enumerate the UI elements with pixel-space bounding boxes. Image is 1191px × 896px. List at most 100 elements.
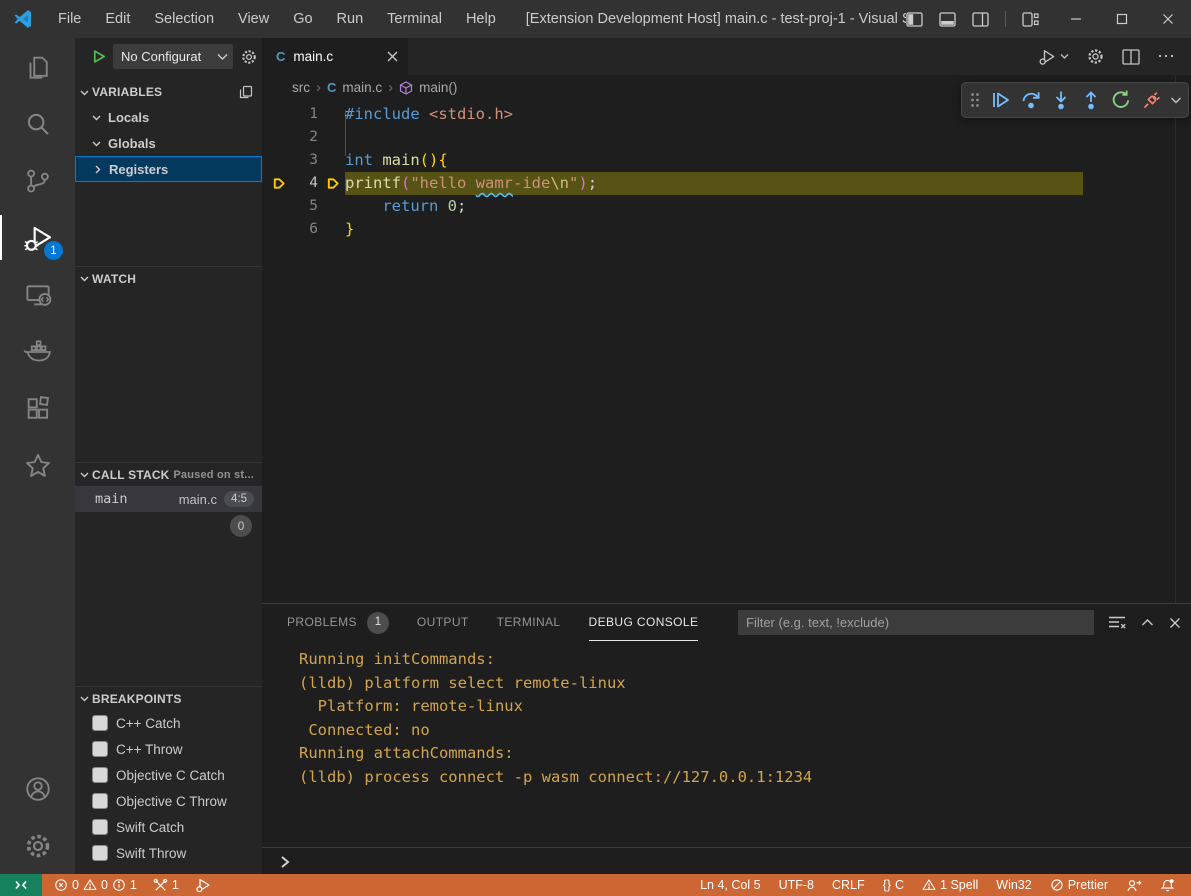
clear-console-icon[interactable] xyxy=(1108,615,1126,630)
continue-icon[interactable] xyxy=(988,88,1012,112)
code-text[interactable]: } xyxy=(345,218,354,241)
panel-tab-terminal[interactable]: TERMINAL xyxy=(497,604,561,641)
breadcrumb-symbol[interactable]: main() xyxy=(419,80,457,95)
formatter-status[interactable]: Prettier xyxy=(1044,874,1114,896)
sidebar-item-locals[interactable]: Locals xyxy=(75,104,262,130)
debug-status[interactable] xyxy=(189,874,217,896)
debug-settings-gear-icon[interactable] xyxy=(240,48,258,66)
gutter-glyph-margin[interactable] xyxy=(262,103,296,126)
menu-selection[interactable]: Selection xyxy=(142,11,226,27)
current-statement-pointer-icon[interactable] xyxy=(262,172,296,195)
debug-console-input[interactable] xyxy=(262,847,1191,875)
restart-icon[interactable] xyxy=(1109,88,1133,112)
activity-docker-icon[interactable] xyxy=(0,323,75,380)
activity-run-debug-icon[interactable]: 1 xyxy=(0,209,75,266)
breakpoint-item-c-throw[interactable]: C++ Throw xyxy=(75,736,262,762)
language-mode[interactable]: {} C xyxy=(877,874,910,896)
close-button[interactable] xyxy=(1145,0,1191,38)
breakpoint-item-objective-c-throw[interactable]: Objective C Throw xyxy=(75,788,262,814)
maximize-button[interactable] xyxy=(1099,0,1145,38)
watch-section-header[interactable]: WATCH xyxy=(75,266,262,290)
gutter-glyph-margin[interactable] xyxy=(262,195,296,218)
close-tab-icon[interactable] xyxy=(387,51,398,62)
menu-terminal[interactable]: Terminal xyxy=(375,11,454,27)
debug-console-output[interactable]: Running initCommands:(lldb) platform sel… xyxy=(262,641,1191,789)
editor-scrollbar[interactable] xyxy=(1175,75,1191,603)
gutter-glyph-margin[interactable] xyxy=(262,149,296,172)
breakpoints-section-header[interactable]: BREAKPOINTS xyxy=(75,686,262,710)
variables-section-header[interactable]: VARIABLES xyxy=(75,80,262,104)
breakpoint-item-c-catch[interactable]: C++ Catch xyxy=(75,710,262,736)
breakpoint-item-objective-c-catch[interactable]: Objective C Catch xyxy=(75,762,262,788)
breadcrumb-file[interactable]: main.c xyxy=(342,80,382,95)
menu-help[interactable]: Help xyxy=(454,11,508,27)
close-panel-icon[interactable] xyxy=(1169,617,1181,629)
copy-value-icon[interactable] xyxy=(238,84,254,100)
activity-settings-gear-icon[interactable] xyxy=(0,817,75,874)
activity-favorites-icon[interactable] xyxy=(0,437,75,494)
disconnect-icon[interactable] xyxy=(1140,88,1164,112)
code-text[interactable]: #include <stdio.h> xyxy=(345,103,513,126)
checkbox-unchecked[interactable] xyxy=(92,767,108,783)
code-text[interactable]: int main(){ xyxy=(345,149,448,172)
debug-configuration-dropdown[interactable]: No Configurat xyxy=(113,44,233,69)
maximize-panel-icon[interactable] xyxy=(1141,618,1154,627)
console-filter-input[interactable] xyxy=(738,610,1094,635)
notifications-bell-icon[interactable] xyxy=(1154,874,1181,896)
menu-view[interactable]: View xyxy=(226,11,281,27)
step-over-icon[interactable] xyxy=(1019,88,1043,112)
activity-search-icon[interactable] xyxy=(0,95,75,152)
panel-tab-debug-console[interactable]: DEBUG CONSOLE xyxy=(589,604,699,641)
activity-explorer-icon[interactable] xyxy=(0,38,75,95)
eol-indicator[interactable]: CRLF xyxy=(826,874,871,896)
debug-session-chevron-icon[interactable] xyxy=(1170,96,1182,105)
minimize-button[interactable] xyxy=(1053,0,1099,38)
start-debug-icon[interactable] xyxy=(91,49,106,64)
gutter-glyph-margin[interactable] xyxy=(262,218,296,241)
checkbox-unchecked[interactable] xyxy=(92,793,108,809)
stack-frame-row[interactable]: main main.c 4:5 xyxy=(75,486,262,512)
step-out-icon[interactable] xyxy=(1079,88,1103,112)
toolchain-status[interactable]: 1 xyxy=(147,874,185,896)
run-or-debug-icon[interactable] xyxy=(1037,47,1069,67)
panel-tab-output[interactable]: OUTPUT xyxy=(417,604,469,641)
checkbox-unchecked[interactable] xyxy=(92,845,108,861)
breadcrumb-folder[interactable]: src xyxy=(292,80,310,95)
breakpoint-item-swift-catch[interactable]: Swift Catch xyxy=(75,814,262,840)
remote-indicator[interactable] xyxy=(0,874,42,896)
tab-main-c[interactable]: C main.c xyxy=(262,38,408,75)
menu-run[interactable]: Run xyxy=(325,11,376,27)
cursor-position[interactable]: Ln 4, Col 5 xyxy=(694,874,766,896)
menu-go[interactable]: Go xyxy=(281,11,324,27)
menu-edit[interactable]: Edit xyxy=(93,11,142,27)
toggle-sidebar-icon[interactable] xyxy=(906,12,923,27)
problems-status[interactable]: 0 0 1 xyxy=(48,874,143,896)
code-text[interactable]: return 0; xyxy=(345,195,466,218)
activity-accounts-icon[interactable] xyxy=(0,760,75,817)
code-text[interactable]: printf("hello wamr-ide\n"); xyxy=(318,172,597,195)
sidebar-item-registers[interactable]: Registers xyxy=(75,156,262,182)
breakpoint-item-swift-throw[interactable]: Swift Throw xyxy=(75,840,262,866)
menu-file[interactable]: File xyxy=(46,11,93,27)
split-editor-icon[interactable] xyxy=(1122,49,1140,65)
activity-extensions-icon[interactable] xyxy=(0,380,75,437)
more-actions-icon[interactable]: ⋯ xyxy=(1157,46,1175,67)
platform-indicator[interactable]: Win32 xyxy=(990,874,1037,896)
encoding-indicator[interactable]: UTF-8 xyxy=(773,874,820,896)
checkbox-unchecked[interactable] xyxy=(92,741,108,757)
sidebar-item-globals[interactable]: Globals xyxy=(75,130,262,156)
toggle-secondary-sidebar-icon[interactable] xyxy=(972,12,989,27)
call-stack-section-header[interactable]: CALL STACK Paused on st... xyxy=(75,462,262,486)
feedback-icon[interactable] xyxy=(1120,874,1148,896)
panel-tab-problems[interactable]: PROBLEMS1 xyxy=(287,604,389,641)
activity-source-control-icon[interactable] xyxy=(0,152,75,209)
toggle-panel-icon[interactable] xyxy=(939,12,956,27)
gutter-glyph-margin[interactable] xyxy=(262,126,296,149)
toolbar-drag-handle[interactable] xyxy=(968,91,982,109)
checkbox-unchecked[interactable] xyxy=(92,715,108,731)
step-into-icon[interactable] xyxy=(1049,88,1073,112)
spell-checker-status[interactable]: 1 Spell xyxy=(916,874,984,896)
activity-remote-explorer-icon[interactable] xyxy=(0,266,75,323)
configure-gear-icon[interactable] xyxy=(1086,47,1105,66)
checkbox-unchecked[interactable] xyxy=(92,819,108,835)
